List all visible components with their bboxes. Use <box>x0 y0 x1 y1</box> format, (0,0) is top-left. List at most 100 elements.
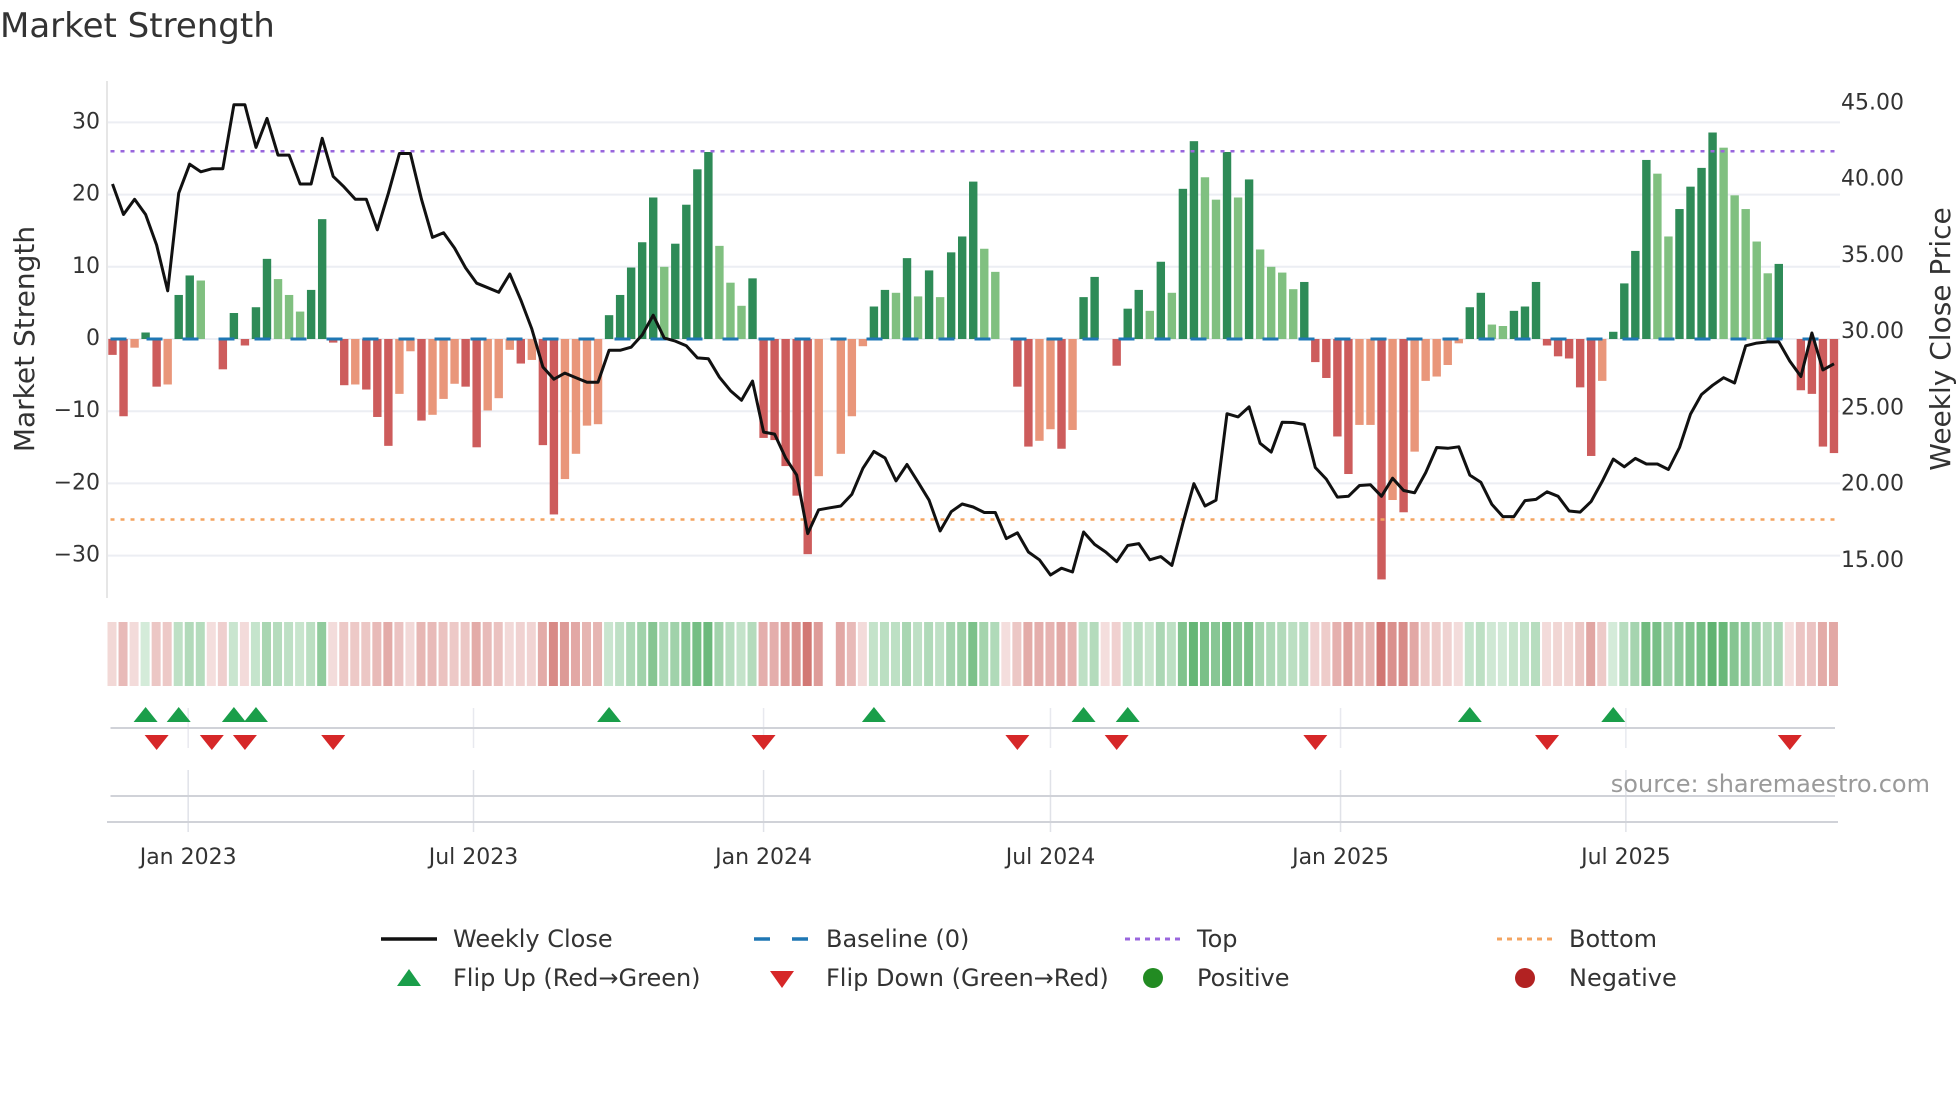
heat-cell <box>493 622 503 686</box>
heat-cell <box>1244 622 1254 686</box>
strength-bar <box>957 236 967 339</box>
strength-bar <box>1156 261 1166 339</box>
heat-cell <box>284 622 294 686</box>
strength-bar <box>737 305 746 339</box>
strength-bar <box>836 339 846 454</box>
y-tick-label: 30 <box>72 109 100 134</box>
y2-tick-label: 45.00 <box>1841 90 1904 115</box>
heat-cell <box>449 622 459 686</box>
heat-cell <box>1564 622 1574 686</box>
strength-bar <box>1355 339 1364 425</box>
y-tick-label: 20 <box>72 182 100 207</box>
heat-cell <box>1475 622 1485 686</box>
strength-bar <box>373 339 382 417</box>
heat-cell <box>615 622 625 686</box>
heat-cell <box>1089 622 1099 686</box>
heat-cell <box>1133 622 1143 686</box>
heat-cell <box>526 622 536 686</box>
strength-bar <box>1057 339 1066 449</box>
heat-cell <box>239 622 249 686</box>
heat-cell <box>604 622 614 686</box>
tick-labels: 30 20 10 0 −10 −20 −30 45.00 40.00 35.00 30.00 25.0… <box>54 90 1904 870</box>
heat-cell <box>1740 622 1750 686</box>
y2-axis-title: Weekly Close Price <box>1924 207 1957 470</box>
heat-cell <box>1188 622 1198 686</box>
heat-strip <box>107 622 1838 686</box>
heat-cell <box>913 622 923 686</box>
heat-cell <box>1166 622 1176 686</box>
heat-cell <box>1255 622 1265 686</box>
heat-cell <box>946 622 956 686</box>
heat-cell <box>1067 622 1077 686</box>
strength-bar <box>1465 307 1475 339</box>
strength-bar <box>615 294 625 339</box>
strength-bar <box>1266 266 1276 339</box>
strength-bar <box>715 245 724 339</box>
heat-cell <box>1553 622 1563 686</box>
y2-tick-label: 25.00 <box>1841 395 1904 420</box>
heat-cell <box>405 622 415 686</box>
strength-bar <box>1211 199 1221 339</box>
y-axis-title: Market Strength <box>8 226 41 452</box>
heat-cell <box>1630 622 1640 686</box>
strength-bar <box>516 339 525 364</box>
x-tick-label: Jul 2023 <box>427 845 519 870</box>
flip-down-marker <box>1303 735 1328 750</box>
heat-cell <box>250 622 260 686</box>
heat-cell <box>151 622 161 686</box>
strength-bar <box>869 306 879 339</box>
strength-bar <box>858 339 868 347</box>
heat-cell <box>559 622 569 686</box>
strength-bar <box>229 313 239 339</box>
heat-cell <box>537 622 547 686</box>
heat-cell <box>582 622 592 686</box>
heat-cell <box>118 622 128 686</box>
strength-bar <box>880 289 890 339</box>
y-tick-label: 0 <box>86 326 100 351</box>
strength-bar <box>119 339 128 417</box>
flip-up-marker <box>1115 707 1140 722</box>
heat-cell <box>1177 622 1187 686</box>
legend-bottom: Bottom <box>1497 925 1657 953</box>
strength-bar <box>1829 339 1839 454</box>
strength-bar <box>1200 177 1210 339</box>
y2-tick-label: 15.00 <box>1841 548 1904 573</box>
heat-cell <box>1144 622 1154 686</box>
heat-cell <box>1828 622 1838 686</box>
strength-bar <box>174 294 183 339</box>
heat-cell <box>835 622 845 686</box>
x-tick-label: Jan 2025 <box>1290 845 1389 870</box>
circle-icon <box>1515 968 1535 988</box>
heat-cell <box>295 622 305 686</box>
strength-bar <box>1046 339 1055 430</box>
heat-cell <box>1619 622 1629 686</box>
line-swatch-icon <box>381 937 437 941</box>
flip-down-marker <box>232 735 257 750</box>
strength-bar <box>417 339 426 421</box>
strength-bar <box>1432 339 1441 377</box>
strength-bar <box>1366 339 1375 425</box>
heat-cell <box>935 622 945 686</box>
strength-bar <box>637 242 647 339</box>
flip-up-marker <box>221 707 246 722</box>
strength-bar <box>428 339 437 415</box>
heat-cell <box>1045 622 1055 686</box>
heat-cell <box>1531 622 1541 686</box>
strength-bar <box>1388 339 1397 501</box>
heat-cell <box>1707 622 1717 686</box>
heat-cell <box>1288 622 1298 686</box>
strength-bar <box>1575 339 1585 388</box>
heat-cell <box>670 622 680 686</box>
heat-cell <box>1111 622 1121 686</box>
heat-cell <box>339 622 349 686</box>
heat-cell <box>1012 622 1022 686</box>
heat-cell <box>846 622 856 686</box>
x-tick-label: Jul 2024 <box>1004 845 1096 870</box>
flip-down-marker <box>321 735 346 750</box>
strength-bar <box>1708 132 1717 339</box>
heat-cell <box>626 622 636 686</box>
strength-bar <box>1377 339 1386 580</box>
heat-cell <box>1751 622 1761 686</box>
heat-cell <box>383 622 393 686</box>
heat-cell <box>162 622 172 686</box>
